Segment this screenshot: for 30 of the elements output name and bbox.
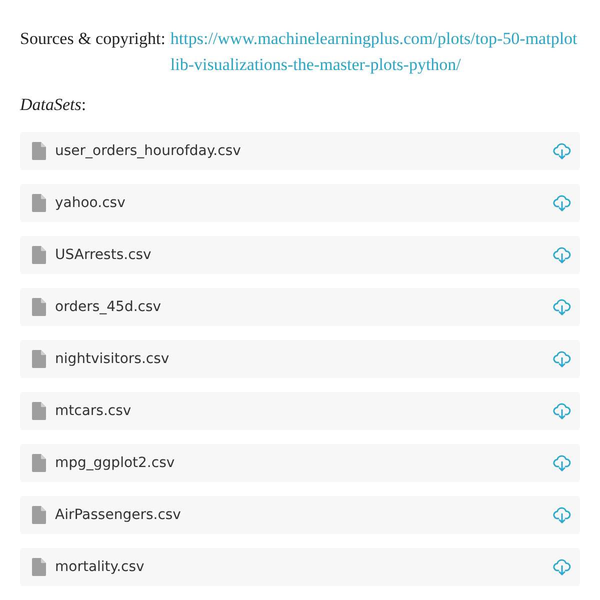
file-icon bbox=[32, 194, 46, 212]
file-name[interactable]: mtcars.csv bbox=[55, 403, 553, 419]
file-name[interactable]: USArrests.csv bbox=[55, 247, 553, 263]
cloud-download-icon[interactable] bbox=[553, 558, 571, 576]
file-name[interactable]: nightvisitors.csv bbox=[55, 351, 553, 367]
file-icon bbox=[32, 350, 46, 368]
file-name[interactable]: mpg_ggplot2.csv bbox=[55, 455, 553, 471]
file-icon bbox=[32, 142, 46, 160]
file-name[interactable]: orders_45d.csv bbox=[55, 299, 553, 315]
cloud-download-icon[interactable] bbox=[553, 402, 571, 420]
file-icon bbox=[32, 298, 46, 316]
file-name[interactable]: AirPassengers.csv bbox=[55, 507, 553, 523]
cloud-download-icon[interactable] bbox=[553, 506, 571, 524]
file-icon bbox=[32, 558, 46, 576]
file-name[interactable]: user_orders_hourofday.csv bbox=[55, 143, 553, 159]
cloud-download-icon[interactable] bbox=[553, 350, 571, 368]
cloud-download-icon[interactable] bbox=[553, 194, 571, 212]
datasets-heading: DataSets bbox=[20, 95, 82, 114]
cloud-download-icon[interactable] bbox=[553, 298, 571, 316]
cloud-download-icon[interactable] bbox=[553, 454, 571, 472]
cloud-download-icon[interactable] bbox=[553, 246, 571, 264]
file-name[interactable]: mortality.csv bbox=[55, 559, 553, 575]
file-icon bbox=[32, 246, 46, 264]
sources-label: Sources & copyright: bbox=[20, 28, 166, 50]
file-icon bbox=[32, 454, 46, 472]
file-icon bbox=[32, 402, 46, 420]
file-name[interactable]: yahoo.csv bbox=[55, 195, 553, 211]
file-icon bbox=[32, 506, 46, 524]
heading-colon: : bbox=[81, 95, 86, 114]
cloud-download-icon[interactable] bbox=[553, 142, 571, 160]
